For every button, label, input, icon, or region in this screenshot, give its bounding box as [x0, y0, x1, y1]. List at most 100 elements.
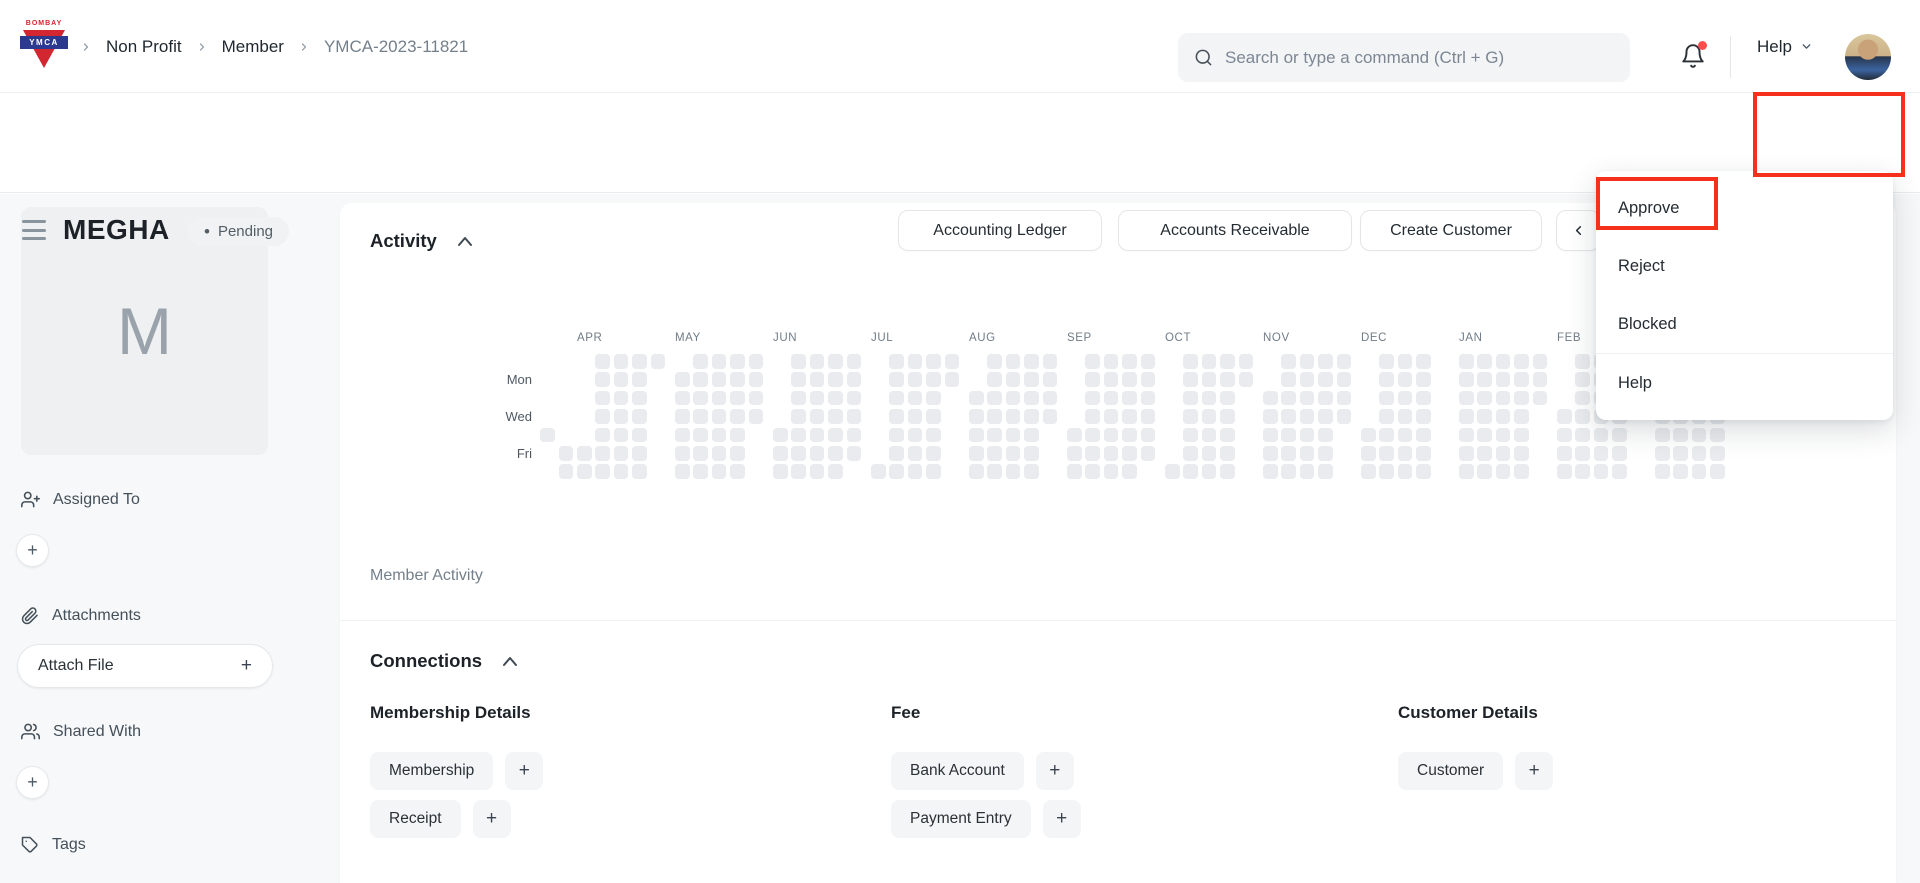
heatmap-cell — [1575, 391, 1590, 406]
heatmap-cell — [810, 446, 825, 461]
activity-section-header: Activity — [370, 230, 473, 252]
heatmap-cell — [1575, 464, 1590, 479]
create-customer-button[interactable]: Create Customer — [1360, 210, 1542, 251]
breadcrumb-item-member[interactable]: Member — [222, 37, 284, 57]
heatmap-cell — [1202, 464, 1217, 479]
heatmap-cell — [1655, 446, 1670, 461]
collapse-activity-button[interactable] — [457, 236, 473, 247]
heatmap-cell — [1496, 372, 1511, 387]
heatmap-cell — [1006, 354, 1021, 369]
attachments-section: Attachments — [21, 607, 141, 625]
heatmap-cell — [1496, 354, 1511, 369]
heatmap-cell — [1655, 428, 1670, 443]
heatmap-cell — [1122, 428, 1137, 443]
heatmap-cell — [675, 464, 690, 479]
heatmap-cell — [1575, 409, 1590, 424]
heatmap-cell — [1318, 409, 1333, 424]
page: BOMBAY YMCA Non Profit Member YMCA-2023-… — [0, 0, 1920, 883]
breadcrumb-item-nonprofit[interactable]: Non Profit — [106, 37, 182, 57]
heatmap-cell — [889, 372, 904, 387]
heatmap-cell — [730, 428, 745, 443]
heatmap-cell — [1183, 446, 1198, 461]
heatmap-cell — [1379, 391, 1394, 406]
ymca-logo[interactable]: BOMBAY YMCA — [20, 20, 68, 76]
heatmap-cell — [1398, 428, 1413, 443]
accounting-ledger-button[interactable]: Accounting Ledger — [898, 210, 1102, 251]
heatmap-cell — [632, 409, 647, 424]
heatmap-cell — [1361, 428, 1376, 443]
heatmap-cell — [1612, 446, 1627, 461]
bank-account-link[interactable]: Bank Account — [891, 752, 1024, 790]
heatmap-cell — [595, 391, 610, 406]
menu-item-reject[interactable]: Reject — [1596, 237, 1893, 295]
heatmap-cell — [595, 464, 610, 479]
heatmap-month-label: AUG — [969, 332, 996, 344]
help-dropdown[interactable]: Help — [1757, 0, 1813, 93]
heatmap-cell — [791, 372, 806, 387]
section-divider — [340, 620, 1896, 621]
heatmap-cell — [987, 428, 1002, 443]
heatmap-cell — [1202, 391, 1217, 406]
heatmap-cell — [791, 464, 806, 479]
add-assignment-button[interactable]: + — [16, 534, 49, 567]
search-input[interactable] — [1225, 48, 1614, 68]
heatmap-cell — [632, 391, 647, 406]
heatmap-cell — [540, 428, 555, 443]
heatmap-cell — [632, 446, 647, 461]
heatmap-cell — [926, 446, 941, 461]
heatmap-cell — [1496, 391, 1511, 406]
heatmap-cell — [1416, 391, 1431, 406]
add-bank-account-button[interactable]: + — [1036, 752, 1074, 790]
heatmap-cell — [828, 409, 843, 424]
customer-link[interactable]: Customer — [1398, 752, 1503, 790]
heatmap-cell — [889, 428, 904, 443]
attach-file-button[interactable]: Attach File + — [17, 644, 273, 688]
heatmap-month-label: SEP — [1067, 332, 1092, 344]
collapse-connections-button[interactable] — [502, 656, 518, 667]
heatmap-cell — [1459, 391, 1474, 406]
heatmap-cell — [1594, 446, 1609, 461]
menu-item-blocked[interactable]: Blocked — [1596, 295, 1893, 353]
menu-item-help[interactable]: Help — [1596, 354, 1893, 412]
heatmap-cell — [712, 354, 727, 369]
menu-item-approve[interactable]: Approve — [1596, 179, 1893, 237]
heatmap-cell — [675, 391, 690, 406]
heatmap-cell — [1202, 354, 1217, 369]
heatmap-cell — [614, 372, 629, 387]
heatmap-cell — [1122, 391, 1137, 406]
membership-link[interactable]: Membership — [370, 752, 493, 790]
heatmap-cell — [987, 464, 1002, 479]
heatmap-cell — [810, 372, 825, 387]
chevron-up-icon — [457, 236, 473, 247]
add-payment-entry-button[interactable]: + — [1043, 800, 1081, 838]
user-avatar[interactable] — [1845, 34, 1891, 80]
heatmap-cell — [1416, 428, 1431, 443]
add-customer-button[interactable]: + — [1515, 752, 1553, 790]
heatmap-cell — [1477, 354, 1492, 369]
add-receipt-button[interactable]: + — [473, 800, 511, 838]
sidebar-toggle-button[interactable] — [22, 220, 46, 240]
heatmap-cell — [889, 464, 904, 479]
heatmap-cell — [1024, 391, 1039, 406]
payment-entry-link[interactable]: Payment Entry — [891, 800, 1031, 838]
heatmap-cell — [577, 464, 592, 479]
heatmap-cell — [987, 409, 1002, 424]
heatmap-cell — [1300, 428, 1315, 443]
heatmap-cell — [675, 372, 690, 387]
global-search[interactable] — [1178, 33, 1630, 82]
receipt-link[interactable]: Receipt — [370, 800, 461, 838]
heatmap-cell — [614, 354, 629, 369]
add-share-button[interactable]: + — [16, 766, 49, 799]
heatmap-cell — [712, 446, 727, 461]
heatmap-cell — [908, 464, 923, 479]
accounts-receivable-button[interactable]: Accounts Receivable — [1118, 210, 1352, 251]
heatmap-cell — [1281, 428, 1296, 443]
heatmap-cell — [1398, 391, 1413, 406]
heatmap-cell — [730, 354, 745, 369]
heatmap-cell — [1043, 354, 1058, 369]
previous-document-button[interactable] — [1556, 210, 1600, 251]
add-membership-button[interactable]: + — [505, 752, 543, 790]
heatmap-cell — [1300, 446, 1315, 461]
notification-bell-button[interactable] — [1680, 43, 1708, 71]
search-icon — [1194, 48, 1213, 67]
